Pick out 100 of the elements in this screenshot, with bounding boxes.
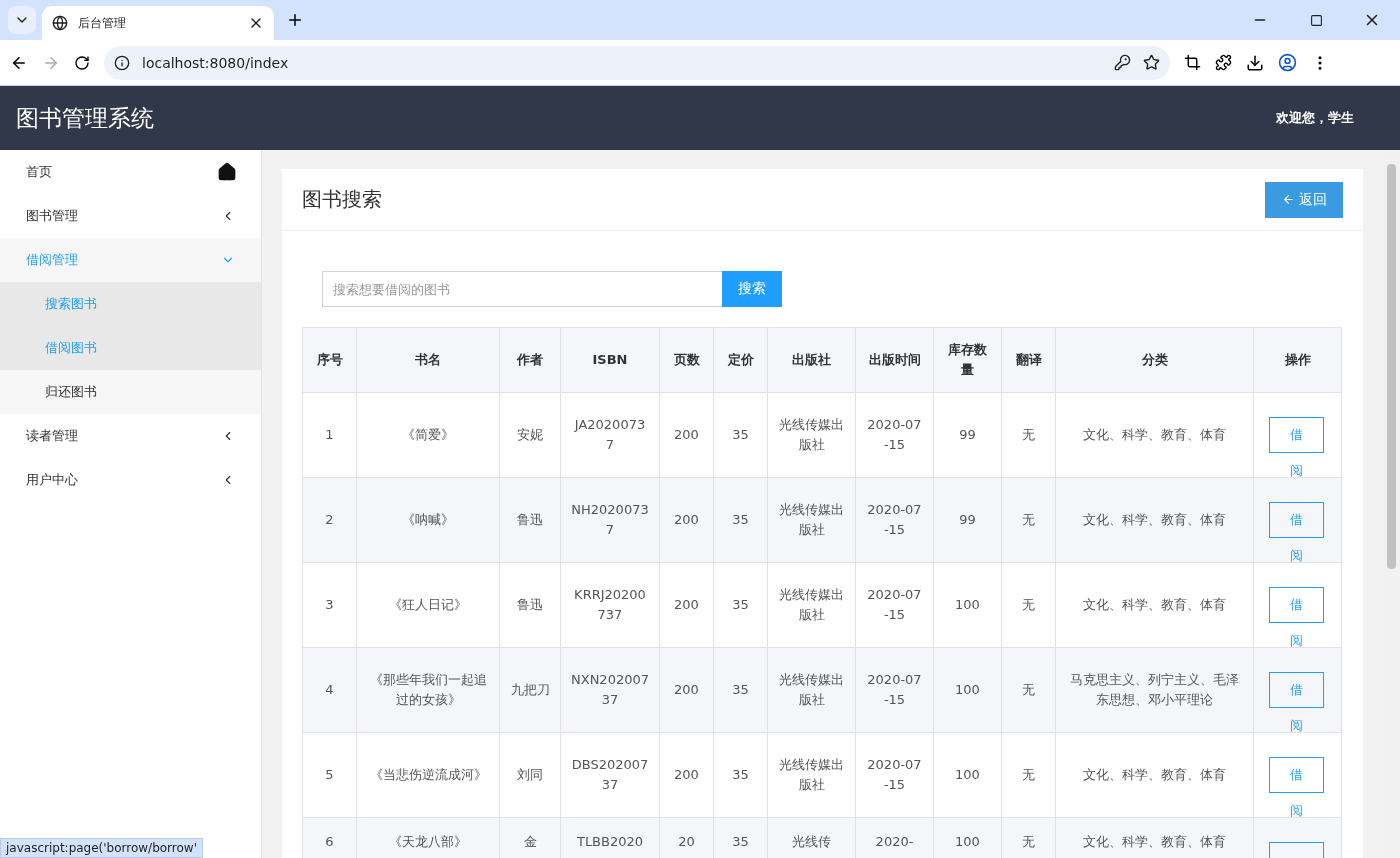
column-header: 出版社 (767, 327, 856, 393)
table-cell: NXN20200737 (560, 647, 660, 733)
table-cell: 2020-07-15 (855, 732, 934, 818)
table-cell: 2020-07-15 (855, 392, 934, 478)
table-cell: 100 (933, 647, 1002, 733)
table-cell: 《呐喊》 (356, 477, 500, 563)
borrow-button[interactable]: 借阅 (1269, 502, 1324, 574)
table-cell: 无 (1001, 477, 1056, 563)
address-bar[interactable]: localhost:8080/index (104, 45, 1170, 80)
table-cell: 99 (933, 392, 1002, 478)
back-button[interactable]: 返回 (1265, 181, 1343, 218)
column-header: ISBN (560, 327, 660, 393)
table-cell: 《狂人日记》 (356, 562, 500, 648)
table-cell: 鲁迅 (499, 562, 561, 648)
profile-icon[interactable] (1278, 53, 1297, 72)
table-cell: 《当悲伤逆流成河》 (356, 732, 500, 818)
browser-tab[interactable]: 后台管理 (42, 6, 274, 40)
table-cell: 200 (659, 562, 714, 648)
puzzle-icon[interactable] (1215, 54, 1232, 71)
table-cell: 100 (933, 817, 1002, 858)
borrow-button[interactable]: 借阅 (1269, 587, 1324, 659)
table-cell: 200 (659, 477, 714, 563)
star-icon[interactable] (1143, 54, 1160, 71)
table-cell: 无 (1001, 562, 1056, 648)
new-tab-icon[interactable] (286, 11, 304, 29)
tab-list-button[interactable] (8, 6, 36, 34)
button-frame (1269, 757, 1324, 793)
table-cell: 200 (659, 647, 714, 733)
column-header: 作者 (499, 327, 561, 393)
table-cell: 2 (302, 477, 357, 563)
column-header: 库存数量 (933, 327, 1002, 393)
key-icon[interactable] (1114, 54, 1131, 71)
search-field[interactable]: 搜索想要借阅的图书 (322, 271, 722, 307)
borrow-button[interactable]: 借阅 (1269, 672, 1324, 744)
table-cell: 99 (933, 477, 1002, 563)
table-cell: 九把刀 (499, 647, 561, 733)
column-header: 书名 (356, 327, 500, 393)
home-icon (217, 162, 237, 182)
table-cell: 金 (499, 817, 561, 858)
table-cell: 无 (1001, 732, 1056, 818)
table-cell: DBS20200737 (560, 732, 660, 818)
search-button[interactable]: 搜索 (722, 271, 782, 307)
column-header: 操作 (1253, 327, 1342, 393)
table-cell: 2020-07-15 (855, 562, 934, 648)
table-cell: 无 (1001, 647, 1056, 733)
table-cell: 200 (659, 392, 714, 478)
table-cell: 鲁迅 (499, 477, 561, 563)
table-cell: 文化、科学、教育、体育 (1055, 477, 1254, 563)
table-cell: 光线传媒出版社 (767, 647, 856, 733)
table-cell: 文化、科学、教育、体育 (1055, 392, 1254, 478)
table-cell: 光线传 (767, 817, 856, 858)
sidebar-item[interactable]: 借阅管理 (0, 238, 261, 282)
table-cell: 35 (713, 647, 768, 733)
sidebar-subitem[interactable]: 归还图书 (0, 370, 261, 414)
column-header: 序号 (302, 327, 357, 393)
arrow-left-icon (1281, 193, 1295, 206)
table-cell: 文化、科学、教育、体育 (1055, 562, 1254, 648)
table-cell: 光线传媒出版社 (767, 562, 856, 648)
button-frame (1269, 672, 1324, 708)
table-cell: NH20200737 (560, 477, 660, 563)
sidebar-subitem[interactable]: 搜索图书 (0, 282, 261, 326)
table-cell: KRRJ20200737 (560, 562, 660, 648)
table-cell: 100 (933, 732, 1002, 818)
table-cell: 无 (1001, 817, 1056, 858)
status-url: javascript:page('borrow/borrow' (0, 838, 203, 858)
table-cell: 35 (713, 392, 768, 478)
column-header: 分类 (1055, 327, 1254, 393)
globe-icon (52, 15, 68, 31)
table-cell: 5 (302, 732, 357, 818)
column-header: 出版时间 (855, 327, 934, 393)
button-frame (1269, 417, 1324, 453)
button-frame (1269, 502, 1324, 538)
crop-icon[interactable] (1184, 54, 1201, 71)
borrow-button[interactable]: 借阅 (1269, 417, 1324, 489)
tab-title: 后台管理 (78, 14, 127, 32)
table-cell: 马克思主义、列宁主义、毛泽东思想、邓小平理论 (1055, 647, 1254, 733)
table-cell: 20 (659, 817, 714, 858)
table-cell: 35 (713, 732, 768, 818)
sidebar-subitem[interactable]: 借阅图书 (0, 326, 261, 370)
table-cell: 刘同 (499, 732, 561, 818)
info-icon (114, 54, 130, 71)
table-cell: 文化、科学、教育、体育 (1055, 732, 1254, 818)
table-cell: 100 (933, 562, 1002, 648)
table-cell: 1 (302, 392, 357, 478)
table-cell: 2020- (855, 817, 934, 858)
table-cell: 光线传媒出版社 (767, 477, 856, 563)
card-title: 图书搜索 (302, 186, 382, 213)
table-cell: JA20200737 (560, 392, 660, 478)
table-cell: 35 (713, 477, 768, 563)
column-header: 页数 (659, 327, 714, 393)
download-icon[interactable] (1246, 53, 1264, 72)
maximize-icon[interactable] (1309, 13, 1323, 27)
table-cell: 2020-07-15 (855, 477, 934, 563)
button-frame (1269, 587, 1324, 623)
reload-icon[interactable] (74, 54, 90, 71)
borrow-button[interactable]: 借阅 (1269, 757, 1324, 829)
table-cell: 4 (302, 647, 357, 733)
table-cell: 6 (302, 817, 357, 858)
table-cell: 文化、科学、教育、体育 (1055, 817, 1254, 858)
column-header: 定价 (713, 327, 768, 393)
